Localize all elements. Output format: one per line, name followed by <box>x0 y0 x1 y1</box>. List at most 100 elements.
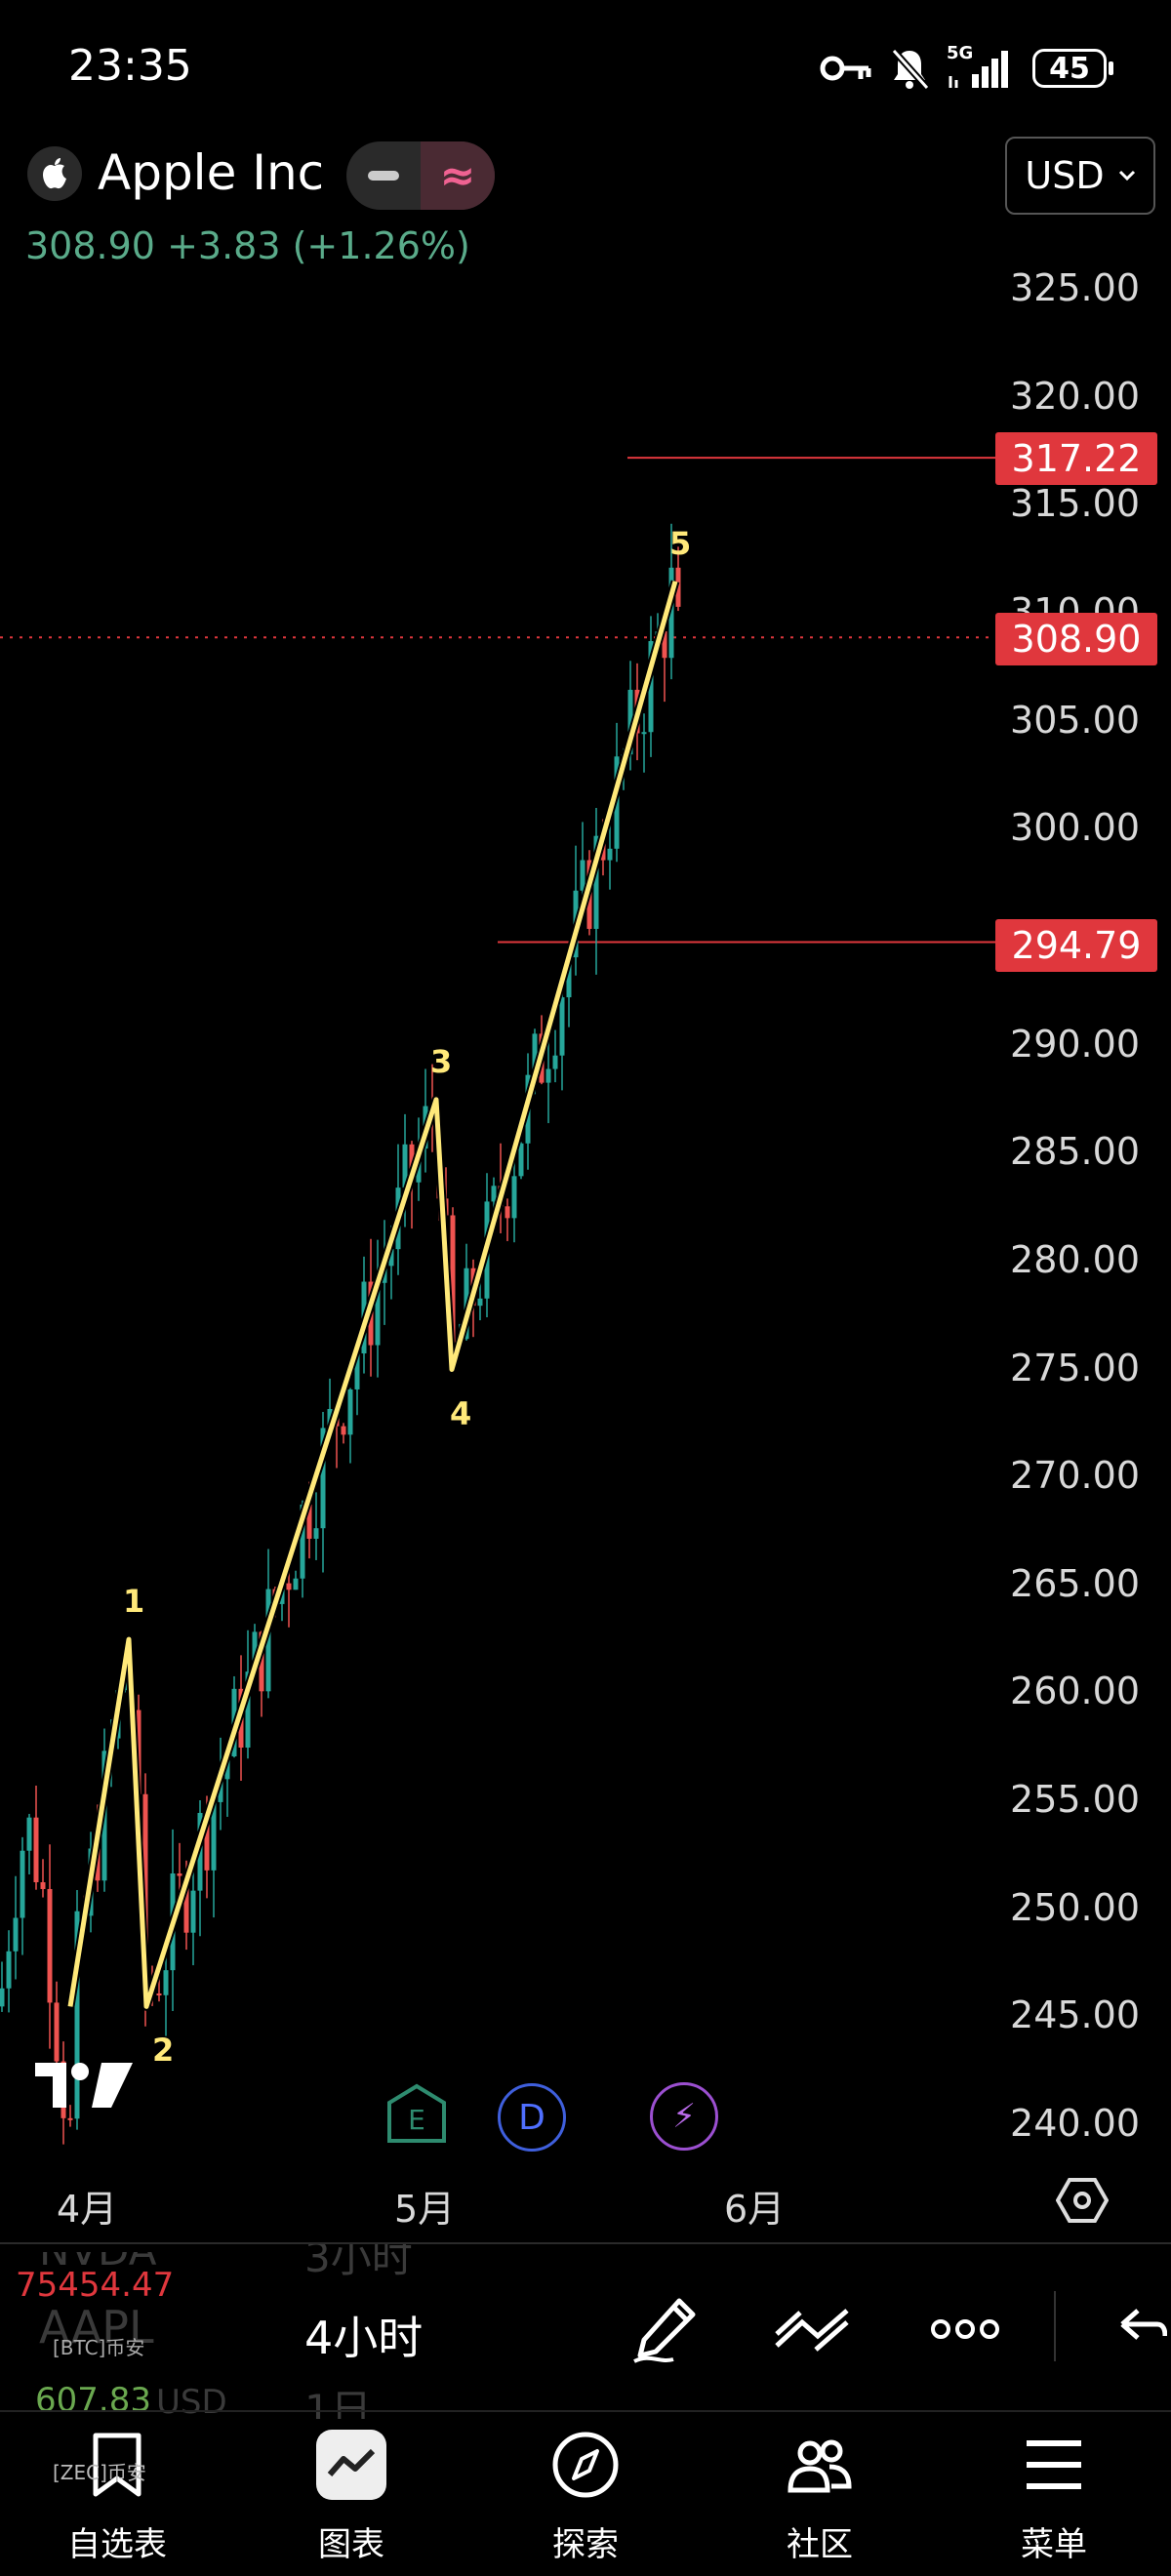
minus-icon <box>368 171 399 181</box>
nav-label: 自选表 <box>67 2525 167 2564</box>
news-flash-icon[interactable]: ⚡ <box>650 2082 718 2151</box>
y-axis-label: 255.00 <box>1010 1778 1140 1822</box>
status-icons: 5G 45 <box>820 43 1113 94</box>
nav-label: 图表 <box>318 2525 384 2564</box>
candle-body <box>54 2002 60 2062</box>
more-icon[interactable] <box>931 2316 999 2342</box>
y-axis-label: 245.00 <box>1010 1993 1140 2037</box>
candle-body <box>607 848 613 861</box>
candle-body <box>505 1206 510 1219</box>
candle-body <box>559 997 565 1056</box>
candle-body <box>491 1186 497 1202</box>
apple-logo-icon[interactable] <box>27 146 82 201</box>
y-axis-label: 250.00 <box>1010 1885 1140 1929</box>
y-axis-label: 290.00 <box>1010 1022 1140 1066</box>
chart-icon <box>327 2448 376 2476</box>
candle-body <box>156 1993 162 1996</box>
watchlist-exchange-2: [ZEC]币安 <box>53 2461 146 2484</box>
pencil-icon[interactable] <box>630 2295 701 2365</box>
symbol-title[interactable]: Apple Inc <box>98 144 324 201</box>
candle-body <box>190 1890 196 1933</box>
interval-selector[interactable]: 4小时 <box>304 2303 423 2367</box>
toolbar-separator <box>1054 2291 1056 2361</box>
price-box-upper[interactable]: 317.22 <box>995 432 1157 485</box>
candle-body <box>13 1917 19 1952</box>
candle-body <box>313 1528 319 1539</box>
key-icon <box>820 56 871 81</box>
bell-off-icon <box>891 48 929 90</box>
currency-value: USD <box>1025 154 1105 197</box>
earnings-event-icon[interactable]: E <box>386 2083 447 2144</box>
candle-body <box>545 1068 551 1083</box>
y-axis-label: 260.00 <box>1010 1670 1140 1713</box>
candle-body <box>552 1055 558 1069</box>
candle-body <box>511 1176 517 1219</box>
price-chart[interactable] <box>0 234 1171 2186</box>
single-line-toggle[interactable] <box>346 141 421 210</box>
watchlist-price-2: 607.83 <box>35 2381 151 2420</box>
candle-body <box>67 2117 73 2120</box>
nav-label: 探索 <box>552 2525 619 2564</box>
tradingview-logo <box>35 2063 133 2108</box>
month-label-may: 5月 <box>394 2188 456 2231</box>
svg-text:E: E <box>408 2104 425 2136</box>
community-icon <box>787 2439 852 2493</box>
interval-option-above[interactable]: 3小时 <box>304 2244 413 2284</box>
chart-canvas[interactable] <box>0 234 1171 2186</box>
candle-body <box>47 1888 53 2003</box>
candle-body <box>293 1578 299 1590</box>
divider <box>0 2242 1171 2244</box>
chart-mode-toggle[interactable]: ≈ <box>346 141 495 210</box>
signal-icon: 5G <box>947 43 1015 90</box>
y-axis-label: 270.00 <box>1010 1454 1140 1498</box>
dividend-event-icon[interactable]: D <box>498 2083 566 2152</box>
wave-label-3: 3 <box>430 1042 453 1080</box>
candle-body <box>341 1426 346 1435</box>
candle-body <box>177 1873 182 1876</box>
wave-label-5: 5 <box>669 524 692 562</box>
compass-icon <box>552 2432 619 2498</box>
menu-icon <box>1027 2440 1081 2489</box>
price-box-current: 308.90 <box>995 613 1157 665</box>
wave-label-4: 4 <box>450 1394 472 1432</box>
battery-level: 45 <box>1049 51 1090 86</box>
candle-body <box>26 1817 32 1851</box>
candle-body <box>347 1389 353 1435</box>
y-axis-label: 315.00 <box>1010 482 1140 526</box>
candle-body <box>580 860 586 891</box>
watchlist-unit: USD <box>156 2383 227 2422</box>
currency-select[interactable]: USD <box>1005 137 1155 215</box>
candle-body <box>0 1988 5 2007</box>
candle-body <box>477 1298 483 1307</box>
y-axis-label: 320.00 <box>1010 374 1140 418</box>
trend-lines-icon[interactable] <box>773 2307 851 2354</box>
candle-body <box>20 1850 25 1918</box>
candle-body <box>33 1817 39 1883</box>
status-time: 23:35 <box>68 41 192 91</box>
interval-option-below[interactable]: 1日 <box>304 2377 372 2419</box>
wave-label-2: 2 <box>152 2032 175 2070</box>
candle-body <box>163 1970 169 1995</box>
wave-icon: ≈ <box>439 150 476 201</box>
y-axis-label: 240.00 <box>1010 2102 1140 2146</box>
divider <box>0 2410 1171 2412</box>
candle-body <box>6 1951 12 1989</box>
nav-label: 社区 <box>787 2525 853 2564</box>
candle-body <box>641 732 647 735</box>
month-label-apr: 4月 <box>57 2188 118 2231</box>
elliott-wave-line <box>67 581 678 2009</box>
month-label-jun: 6月 <box>724 2188 786 2231</box>
y-axis-label: 305.00 <box>1010 698 1140 742</box>
watchlist-exchange-1: [BTC]币安 <box>53 2336 145 2359</box>
wave-label-1: 1 <box>123 1583 145 1621</box>
chevron-down-icon <box>1118 170 1135 181</box>
y-axis-label: 280.00 <box>1010 1237 1140 1281</box>
price-box-lower[interactable]: 294.79 <box>995 919 1157 972</box>
y-axis-label: 265.00 <box>1010 1561 1140 1605</box>
y-axis-label: 325.00 <box>1010 266 1140 309</box>
y-axis-label: 300.00 <box>1010 806 1140 850</box>
chart-settings-icon[interactable] <box>1056 2176 1109 2225</box>
compare-toggle[interactable]: ≈ <box>421 141 495 210</box>
battery-icon: 45 <box>1032 49 1113 88</box>
undo-icon[interactable] <box>1118 2307 1167 2350</box>
